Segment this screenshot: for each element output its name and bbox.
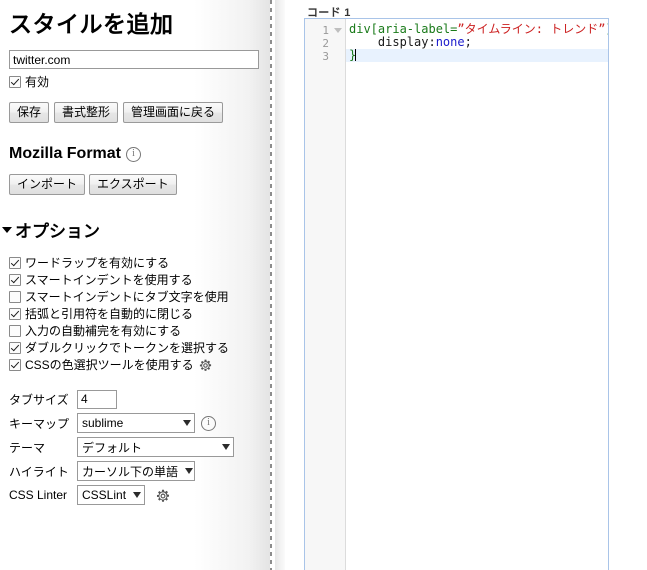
gutter-line-number: 3 [322, 50, 329, 63]
mozilla-format-button-row: インポート エクスポート [9, 174, 270, 195]
code-token-property: display: [349, 35, 436, 49]
info-icon-keymap[interactable] [201, 415, 216, 431]
option-row-dblclick-token[interactable]: ダブルクリックでトークンを選択する [9, 340, 270, 356]
field-row-tab-size: タブサイズ [9, 387, 270, 411]
option-row-indent-with-tabs[interactable]: スマートインデントにタブ文字を使用 [9, 289, 270, 305]
gutter-line-number: 2 [322, 37, 329, 50]
option-label-dblclick-token: ダブルクリックでトークンを選択する [25, 341, 230, 355]
option-row-color-picker[interactable]: CSSの色選択ツールを使用する [9, 357, 270, 373]
option-label-smart-indent: スマートインデントを使用する [25, 273, 193, 287]
option-checkbox-smart-indent[interactable] [9, 274, 21, 286]
css-linter-select[interactable]: CSSLint [77, 485, 145, 505]
code-token-brace: ] { [605, 22, 608, 36]
css-linter-select-value: CSSLint [82, 488, 127, 502]
highlight-select[interactable]: カーソル下の単語 [77, 461, 195, 481]
action-button-row: 保存 書式整形 管理画面に戻る [9, 102, 270, 123]
option-row-auto-close-brackets[interactable]: 括弧と引用符を自動的に閉じる [9, 306, 270, 322]
keymap-select[interactable]: sublime [77, 413, 195, 433]
splitter-dashed-line [270, 0, 272, 570]
site-url-input[interactable] [9, 50, 259, 69]
text-cursor [355, 49, 357, 61]
code-token-semicolon: ; [464, 35, 472, 49]
option-checkbox-indent-with-tabs[interactable] [9, 291, 21, 303]
info-icon-keymap-wrap [201, 415, 216, 431]
code-line-3[interactable]: } [346, 49, 608, 62]
code-token-selector: div[aria-label= [349, 22, 458, 36]
label-css-linter: CSS Linter [9, 488, 68, 502]
option-row-smart-indent[interactable]: スマートインデントを使用する [9, 272, 270, 288]
field-row-keymap: キーマップ sublime [9, 411, 270, 435]
tab-size-input[interactable] [77, 389, 117, 409]
code-text-area[interactable]: div[aria-label=”タイムライン: トレンド”] { display… [346, 19, 608, 570]
settings-panel: スタイルを追加 有効 保存 書式整形 管理画面に戻る Mozilla Forma… [0, 0, 270, 570]
options-section-heading[interactable]: オプション [2, 217, 270, 242]
code-editor-panel: コード 1 1 2 3 div[aria-label=”タイムライン: トレンド… [275, 0, 647, 570]
option-row-wordwrap[interactable]: ワードラップを有効にする [9, 255, 270, 271]
export-button[interactable]: エクスポート [89, 174, 177, 195]
save-button[interactable]: 保存 [9, 102, 50, 123]
chevron-down-icon[interactable] [2, 226, 12, 233]
enabled-checkbox[interactable] [9, 76, 21, 88]
keymap-select-value: sublime [82, 416, 124, 430]
back-to-manage-button[interactable]: 管理画面に戻る [123, 102, 224, 123]
option-checkbox-autocomplete[interactable] [9, 325, 21, 337]
label-keymap: キーマップ [9, 416, 70, 431]
option-checkbox-color-picker[interactable] [9, 359, 21, 371]
mozilla-format-heading: Mozilla Format [9, 145, 270, 163]
options-heading-label: オプション [15, 222, 100, 241]
option-label-wordwrap: ワードラップを有効にする [25, 256, 170, 270]
options-checkbox-list: ワードラップを有効にする スマートインデントを使用する スマートインデントにタブ… [0, 255, 270, 373]
import-button[interactable]: インポート [9, 174, 86, 195]
code-token-string: ”タイムライン: トレンド” [457, 22, 606, 36]
editor-gradient-edge [275, 0, 285, 570]
option-label-color-picker: CSSの色選択ツールを使用する [25, 358, 194, 372]
chevron-down-icon-css-linter [133, 492, 142, 498]
option-row-autocomplete[interactable]: 入力の自動補完を有効にする [9, 323, 270, 339]
highlight-select-value: カーソル下の単語 [82, 464, 179, 479]
option-checkbox-wordwrap[interactable] [9, 257, 21, 269]
option-checkbox-auto-close-brackets[interactable] [9, 308, 21, 320]
theme-select[interactable]: デフォルト [77, 437, 234, 457]
info-icon[interactable] [126, 146, 142, 162]
chevron-down-icon-theme [222, 444, 230, 450]
chevron-down-icon-keymap [183, 420, 191, 426]
chevron-down-icon-highlight [185, 468, 194, 474]
label-tab-size: タブサイズ [9, 392, 69, 407]
beautify-button[interactable]: 書式整形 [54, 102, 119, 123]
field-row-highlight: ハイライト カーソル下の単語 [9, 459, 270, 483]
label-theme: テーマ [9, 440, 46, 455]
gear-icon-color-picker[interactable] [199, 359, 212, 372]
code-token-value: none [435, 35, 465, 49]
field-row-theme: テーマ デフォルト [9, 435, 270, 459]
page-title: スタイルを追加 [9, 11, 174, 37]
option-checkbox-dblclick-token[interactable] [9, 342, 21, 354]
editor-gutter: 1 2 3 [305, 19, 346, 570]
enabled-checkbox-label: 有効 [25, 75, 50, 89]
gear-icon-css-linter[interactable] [156, 489, 170, 502]
option-label-indent-with-tabs: スマートインデントにタブ文字を使用 [25, 290, 229, 304]
gear-icon-css-linter-wrap [151, 489, 170, 502]
code-editor[interactable]: 1 2 3 div[aria-label=”タイムライン: トレンド”] { d… [304, 18, 609, 570]
label-highlight: ハイライト [9, 464, 69, 479]
option-label-autocomplete: 入力の自動補完を有効にする [25, 324, 182, 338]
code-fold-triangle-icon[interactable] [334, 28, 342, 33]
editor-settings-fields: タブサイズ キーマップ sublime テーマ デフォルト ハイライト カーソル… [9, 387, 270, 507]
field-row-css-linter: CSS Linter CSSLint [9, 483, 270, 507]
option-label-auto-close-brackets: 括弧と引用符を自動的に閉じる [25, 307, 194, 321]
enabled-checkbox-row[interactable]: 有効 [9, 74, 270, 90]
gutter-line-number: 1 [322, 24, 329, 37]
code-line-2[interactable]: display:none; [346, 36, 608, 49]
theme-select-value: デフォルト [82, 440, 143, 455]
mozilla-format-title: Mozilla Format [9, 145, 122, 162]
